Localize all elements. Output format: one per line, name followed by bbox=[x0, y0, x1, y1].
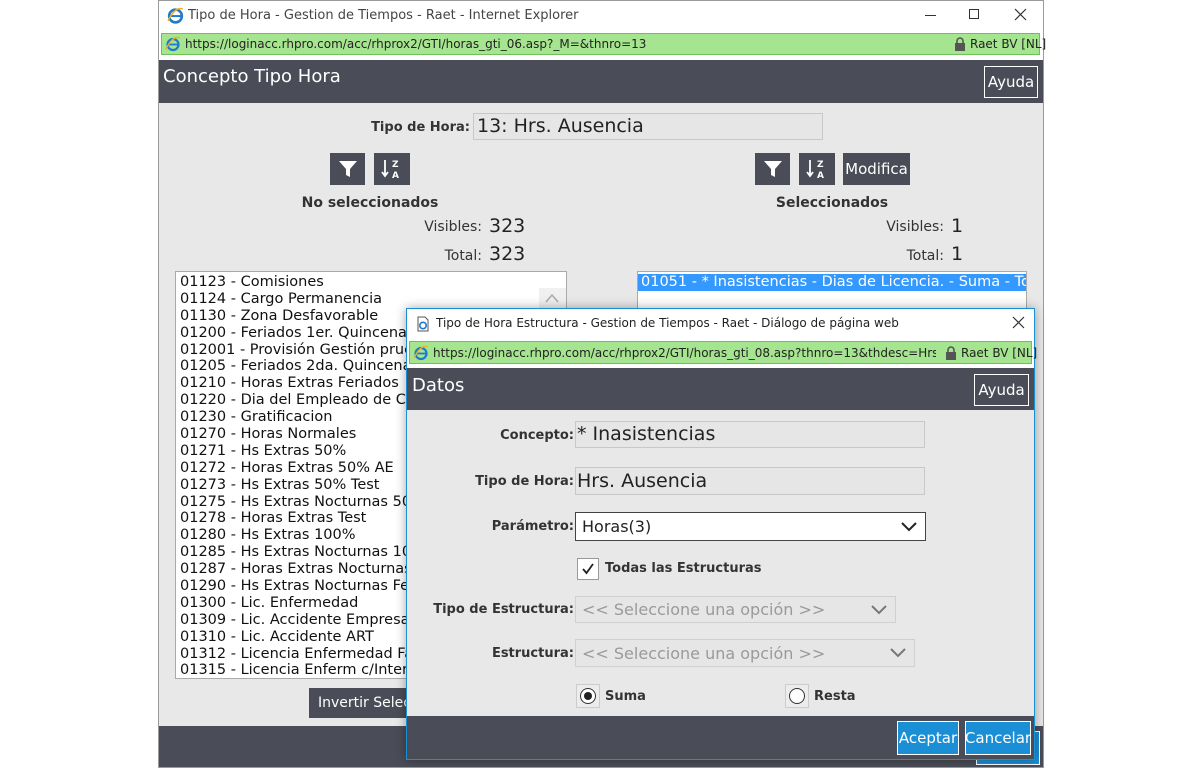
dialog-title: Tipo de Hora Estructura - Gestion de Tie… bbox=[436, 316, 899, 330]
minimize-button[interactable] bbox=[920, 4, 942, 26]
right-total-count: 1 bbox=[951, 243, 964, 265]
concepto-field: * Inasistencias bbox=[575, 421, 925, 448]
selected-list-item[interactable]: 01051 - * Inasistencias - Dias de Licenc… bbox=[638, 274, 1026, 291]
dialog-header-title: Datos bbox=[412, 375, 465, 396]
sort-za-icon: Z A bbox=[806, 160, 824, 181]
dialog-page-icon bbox=[417, 316, 429, 332]
ie-page-icon bbox=[413, 345, 429, 361]
lock-icon bbox=[955, 37, 965, 51]
sort-za-icon: Z A bbox=[381, 160, 399, 181]
ie-page-icon bbox=[165, 36, 181, 52]
dialog-help-button[interactable]: Ayuda bbox=[974, 374, 1029, 406]
todas-estructuras-label: Todas las Estructuras bbox=[605, 561, 762, 576]
close-icon bbox=[1014, 8, 1027, 21]
right-visibles-count: 1 bbox=[951, 215, 964, 237]
resta-radio-circle bbox=[789, 688, 805, 704]
svg-text:A: A bbox=[392, 171, 399, 181]
concepto-label: Concepto: bbox=[500, 428, 574, 443]
main-window-title: Tipo de Hora - Gestion de Tiempos - Raet… bbox=[188, 8, 579, 23]
parametro-label: Parámetro: bbox=[491, 519, 574, 534]
tipo-estructura-label: Tipo de Estructura: bbox=[433, 602, 574, 617]
dialog-header bbox=[407, 368, 1034, 410]
filter-icon bbox=[763, 161, 782, 177]
right-total-label: Total: bbox=[906, 248, 944, 264]
maximize-button[interactable] bbox=[964, 4, 986, 26]
modify-button[interactable]: Modifica bbox=[843, 153, 910, 185]
cancel-button[interactable]: Cancelar bbox=[965, 721, 1031, 755]
left-total-label: Total: bbox=[444, 248, 482, 264]
resta-label: Resta bbox=[814, 689, 856, 704]
chevron-down-icon bbox=[871, 604, 887, 614]
svg-text:Z: Z bbox=[817, 160, 824, 170]
right-filter-button[interactable] bbox=[755, 153, 790, 185]
left-visibles-count: 323 bbox=[489, 215, 526, 237]
parametro-select[interactable]: Horas(3) bbox=[575, 512, 926, 541]
estructura-label: Estructura: bbox=[491, 646, 574, 661]
tipo-estructura-select[interactable]: << Seleccione una opción >> bbox=[575, 596, 896, 623]
chevron-down-icon bbox=[901, 521, 917, 531]
tipo-hora-dialog-field: Hrs. Ausencia bbox=[575, 467, 925, 495]
right-panel-title: Seleccionados bbox=[775, 195, 889, 211]
right-sort-button[interactable]: Z A bbox=[799, 153, 835, 185]
maximize-icon bbox=[969, 9, 979, 19]
dialog-url: https://loginacc.rhpro.com/acc/rhprox2/G… bbox=[433, 346, 936, 360]
estructura-placeholder: << Seleccione una opción >> bbox=[582, 643, 826, 663]
chevron-down-icon bbox=[890, 648, 906, 658]
resta-radio[interactable] bbox=[785, 684, 809, 708]
accept-button[interactable]: Aceptar bbox=[897, 721, 959, 755]
filter-icon bbox=[338, 161, 357, 177]
left-visibles-label: Visibles: bbox=[424, 219, 482, 235]
dialog-site-badge: Raet BV [NL] bbox=[961, 346, 1038, 360]
right-visibles-label: Visibles: bbox=[886, 219, 944, 235]
svg-text:Z: Z bbox=[392, 160, 399, 170]
minimize-icon bbox=[925, 15, 936, 16]
todas-estructuras-checkbox[interactable] bbox=[577, 558, 599, 580]
estructura-select[interactable]: << Seleccione una opción >> bbox=[575, 639, 915, 667]
radio-selected-dot bbox=[584, 692, 592, 700]
left-panel-title: No seleccionados bbox=[301, 195, 439, 211]
dialog-close-button[interactable] bbox=[1008, 312, 1030, 334]
suma-radio-circle bbox=[580, 688, 596, 704]
parametro-value: Horas(3) bbox=[582, 517, 652, 536]
list-item[interactable]: 01123 - Comisiones bbox=[176, 274, 566, 291]
page-title: Concepto Tipo Hora bbox=[163, 66, 341, 87]
main-url: https://loginacc.rhpro.com/acc/rhprox2/G… bbox=[185, 37, 647, 51]
check-icon bbox=[582, 563, 594, 575]
suma-label: Suma bbox=[605, 689, 646, 704]
tipo-hora-field: 13: Hrs. Ausencia bbox=[473, 113, 823, 140]
list-item[interactable]: 01124 - Cargo Permanencia bbox=[176, 291, 566, 308]
lock-icon bbox=[946, 346, 956, 360]
main-site-badge: Raet BV [NL] bbox=[970, 37, 1047, 51]
close-button[interactable] bbox=[1010, 4, 1032, 26]
svg-text:A: A bbox=[817, 171, 824, 181]
tipo-hora-dialog-label: Tipo de Hora: bbox=[475, 474, 574, 489]
left-total-count: 323 bbox=[489, 243, 526, 265]
tipo-estructura-placeholder: << Seleccione una opción >> bbox=[582, 600, 826, 619]
scroll-up-icon[interactable] bbox=[544, 292, 560, 304]
ie-logo-icon bbox=[167, 7, 184, 24]
suma-radio[interactable] bbox=[576, 684, 600, 708]
close-icon bbox=[1012, 316, 1025, 329]
help-button[interactable]: Ayuda bbox=[984, 66, 1038, 98]
tipo-hora-label: Tipo de Hora: bbox=[371, 120, 470, 135]
left-filter-button[interactable] bbox=[330, 153, 365, 185]
left-sort-button[interactable]: Z A bbox=[374, 153, 410, 185]
